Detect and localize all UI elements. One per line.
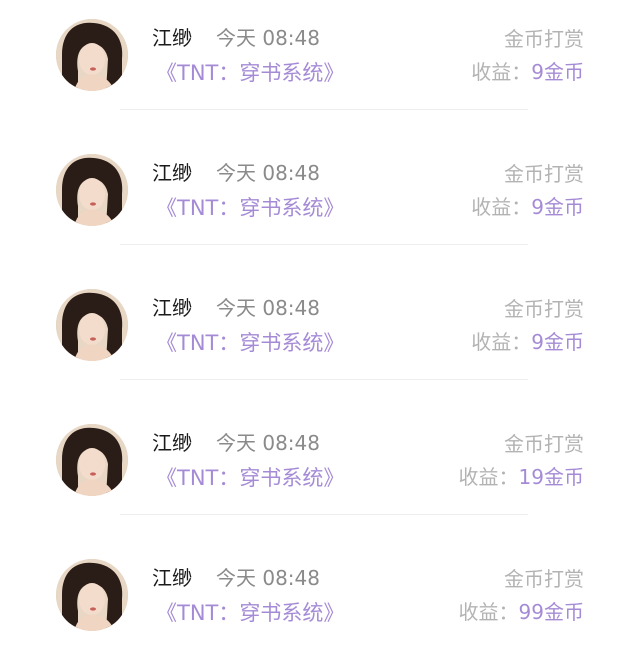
reward-record-list: 江缈 今天 08:48 《TNT：穿书系统》 金币打赏 收益：9金币 江缈 今天… [0, 0, 640, 650]
user-avatar[interactable] [56, 154, 128, 226]
avatar-photo-icon [56, 289, 128, 361]
avatar-photo-icon [56, 559, 128, 631]
reward-time: 今天 08:48 [216, 161, 320, 185]
income-amount: 9金币 [531, 330, 584, 354]
user-avatar[interactable] [56, 19, 128, 91]
income-text: 收益：19金币 [459, 463, 584, 491]
reward-record-item[interactable]: 江缈 今天 08:48 《TNT：穿书系统》 金币打赏 收益：99金币 [0, 540, 640, 650]
reward-time: 今天 08:48 [216, 26, 320, 50]
reward-time: 今天 08:48 [216, 431, 320, 455]
user-name[interactable]: 江缈 [152, 564, 192, 592]
avatar-photo-icon [56, 424, 128, 496]
income-amount: 99金币 [518, 600, 584, 624]
divider [120, 109, 528, 110]
income-amount: 9金币 [531, 195, 584, 219]
reward-record-item[interactable]: 江缈 今天 08:48 《TNT：穿书系统》 金币打赏 收益：9金币 [0, 270, 640, 405]
book-title-link[interactable]: 《TNT：穿书系统》 [156, 58, 344, 88]
divider [120, 244, 528, 245]
income-amount: 9金币 [531, 60, 584, 84]
reward-type: 金币打赏 [504, 162, 584, 186]
income-label: 收益： [471, 195, 532, 219]
income-text: 收益：9金币 [471, 328, 584, 356]
income-label: 收益： [458, 465, 519, 489]
reward-type: 金币打赏 [504, 567, 584, 591]
book-title-link[interactable]: 《TNT：穿书系统》 [156, 328, 344, 358]
user-name[interactable]: 江缈 [152, 294, 192, 322]
user-avatar[interactable] [56, 559, 128, 631]
user-name[interactable]: 江缈 [152, 159, 192, 187]
reward-type: 金币打赏 [504, 432, 584, 456]
book-title-link[interactable]: 《TNT：穿书系统》 [156, 463, 344, 493]
user-name[interactable]: 江缈 [152, 24, 192, 52]
income-text: 收益：9金币 [471, 58, 584, 86]
reward-record-item[interactable]: 江缈 今天 08:48 《TNT：穿书系统》 金币打赏 收益：19金币 [0, 405, 640, 540]
income-label: 收益： [471, 330, 532, 354]
divider [120, 514, 528, 515]
user-avatar[interactable] [56, 289, 128, 361]
book-title-link[interactable]: 《TNT：穿书系统》 [156, 598, 344, 628]
reward-time: 今天 08:48 [216, 566, 320, 590]
reward-record-item[interactable]: 江缈 今天 08:48 《TNT：穿书系统》 金币打赏 收益：9金币 [0, 135, 640, 270]
income-text: 收益：9金币 [471, 193, 584, 221]
avatar-photo-icon [56, 154, 128, 226]
avatar-photo-icon [56, 19, 128, 91]
book-title-link[interactable]: 《TNT：穿书系统》 [156, 193, 344, 223]
divider [120, 379, 528, 380]
user-avatar[interactable] [56, 424, 128, 496]
income-amount: 19金币 [518, 465, 584, 489]
income-label: 收益： [471, 60, 532, 84]
reward-time: 今天 08:48 [216, 296, 320, 320]
income-label: 收益： [458, 600, 519, 624]
reward-record-item[interactable]: 江缈 今天 08:48 《TNT：穿书系统》 金币打赏 收益：9金币 [0, 0, 640, 135]
reward-type: 金币打赏 [504, 297, 584, 321]
user-name[interactable]: 江缈 [152, 429, 192, 457]
reward-type: 金币打赏 [504, 27, 584, 51]
income-text: 收益：99金币 [459, 598, 584, 626]
